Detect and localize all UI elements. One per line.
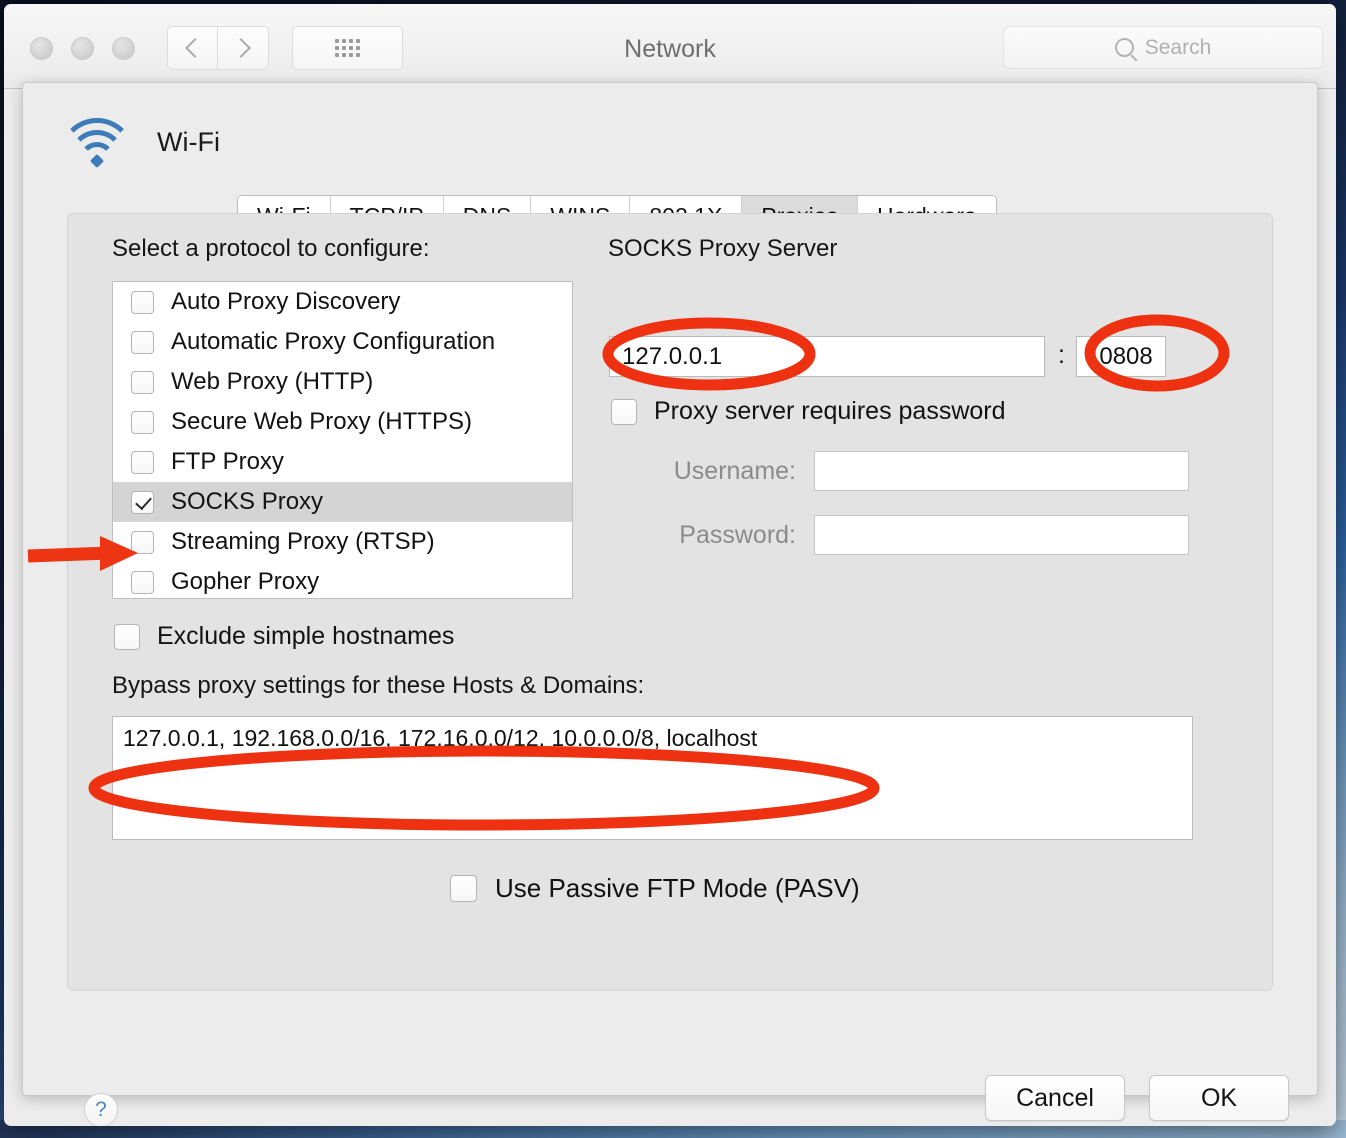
requires-password-row[interactable]: Proxy server requires password (611, 397, 1006, 426)
requires-password-label: Proxy server requires password (654, 397, 1006, 426)
protocol-checkbox[interactable] (131, 451, 154, 474)
protocol-checkbox[interactable] (131, 411, 154, 434)
protocol-checkbox[interactable] (131, 331, 154, 354)
list-item-label: SOCKS Proxy (171, 488, 323, 516)
wifi-icon (61, 116, 133, 168)
password-row: Password: (611, 515, 1189, 555)
bypass-hosts-value: 127.0.0.1, 192.168.0.0/16, 172.16.0.0/12… (123, 725, 1182, 752)
list-item[interactable]: FTP Proxy (113, 442, 572, 482)
bypass-heading: Bypass proxy settings for these Hosts & … (112, 672, 644, 700)
exclude-simple-hostnames-checkbox[interactable] (114, 624, 140, 650)
port-separator: : (1058, 341, 1065, 370)
help-button[interactable]: ? (84, 1093, 118, 1126)
list-item[interactable]: Secure Web Proxy (HTTPS) (113, 402, 572, 442)
list-item[interactable]: Gopher Proxy (113, 562, 572, 602)
list-item[interactable]: Streaming Proxy (RTSP) (113, 522, 572, 562)
list-item[interactable]: Web Proxy (HTTP) (113, 362, 572, 402)
passive-ftp-label: Use Passive FTP Mode (PASV) (495, 873, 860, 904)
socks-proxy-server-value: 127.0.0.1 (622, 343, 722, 371)
cancel-button[interactable]: Cancel (985, 1075, 1125, 1121)
socks-server-heading: SOCKS Proxy Server (608, 235, 837, 263)
search-icon (1115, 38, 1134, 57)
window-titlebar: Network Search (4, 4, 1336, 89)
list-item-label: Automatic Proxy Configuration (171, 328, 495, 356)
list-item-label: Streaming Proxy (RTSP) (171, 528, 435, 556)
passive-ftp-row[interactable]: Use Passive FTP Mode (PASV) (450, 873, 860, 904)
interface-name: Wi-Fi (157, 127, 220, 158)
proxies-settings-sheet: Wi-Fi Wi-Fi TCP/IP DNS WINS 802.1X Proxi… (22, 82, 1318, 1096)
socks-proxy-port-field[interactable]: 10808 (1076, 336, 1166, 377)
protocol-heading: Select a protocol to configure: (112, 235, 430, 263)
interface-header: Wi-Fi (61, 116, 220, 168)
protocol-checkbox[interactable] (131, 571, 154, 594)
username-label: Username: (611, 457, 796, 486)
socks-proxy-port-value: 10808 (1086, 343, 1153, 371)
list-item-label: Web Proxy (HTTP) (171, 368, 373, 396)
exclude-simple-hostnames-row[interactable]: Exclude simple hostnames (114, 622, 454, 651)
list-item-label: Secure Web Proxy (HTTPS) (171, 408, 472, 436)
network-preferences-window: Network Search Wi-Fi Wi-Fi TCP/IP DNS WI… (4, 4, 1336, 1126)
exclude-simple-hostnames-label: Exclude simple hostnames (157, 622, 454, 651)
list-item-socks-proxy[interactable]: SOCKS Proxy (113, 482, 572, 522)
requires-password-checkbox[interactable] (611, 399, 637, 425)
list-item[interactable]: Auto Proxy Discovery (113, 282, 572, 322)
search-placeholder: Search (1145, 36, 1212, 60)
password-field[interactable] (814, 515, 1189, 555)
socks-proxy-server-field[interactable]: 127.0.0.1 (609, 336, 1045, 377)
protocol-checkbox[interactable] (131, 531, 154, 554)
protocol-checkbox[interactable] (131, 291, 154, 314)
bypass-hosts-textarea[interactable]: 127.0.0.1, 192.168.0.0/16, 172.16.0.0/12… (112, 716, 1193, 840)
username-row: Username: (611, 451, 1189, 491)
protocol-list[interactable]: Auto Proxy Discovery Automatic Proxy Con… (112, 281, 573, 599)
list-item-label: Auto Proxy Discovery (171, 288, 400, 316)
protocol-checkbox[interactable] (131, 371, 154, 394)
ok-button[interactable]: OK (1149, 1075, 1289, 1121)
search-input[interactable]: Search (1003, 26, 1323, 69)
list-item-label: Gopher Proxy (171, 568, 319, 596)
password-label: Password: (611, 521, 796, 550)
passive-ftp-checkbox[interactable] (450, 875, 477, 902)
username-field[interactable] (814, 451, 1189, 491)
list-item[interactable]: Automatic Proxy Configuration (113, 322, 572, 362)
protocol-checkbox-checked[interactable] (131, 491, 154, 514)
list-item-label: FTP Proxy (171, 448, 284, 476)
